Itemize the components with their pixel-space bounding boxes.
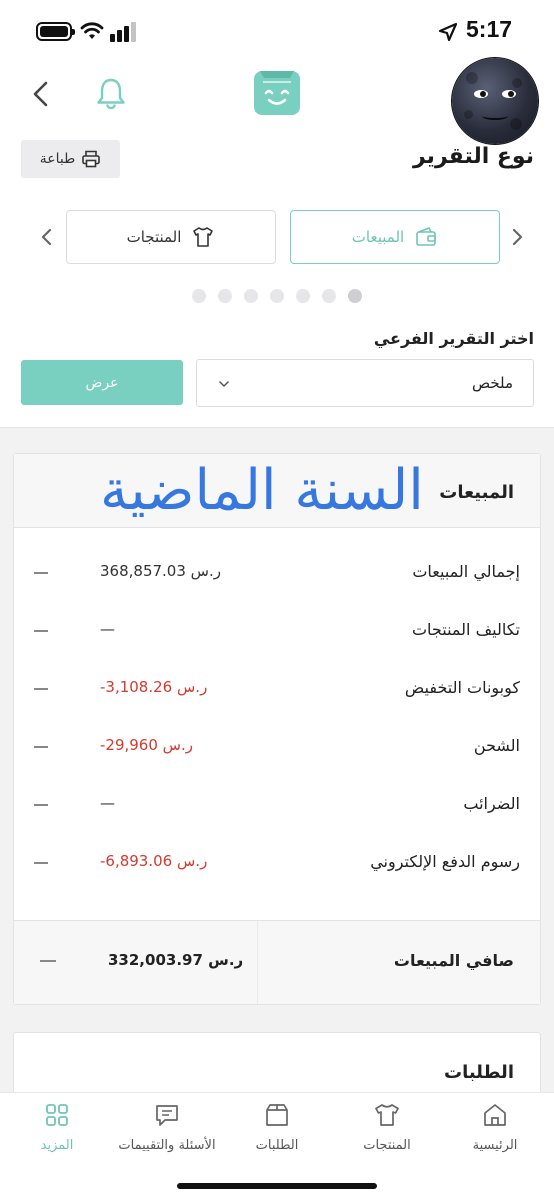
tab-label: الأسئلة والتقييمات — [118, 1138, 216, 1153]
report-type-title: نوع التقرير — [413, 144, 534, 169]
row-label: إجمالي المبيعات — [412, 562, 520, 581]
grid-icon — [46, 1104, 68, 1126]
row-value: 368,857.03 ر.س — [100, 562, 221, 580]
sub-report-select[interactable]: ملخص — [196, 359, 534, 407]
report-type-sales[interactable]: المبيعات — [290, 210, 500, 264]
row-dash — [34, 746, 48, 748]
wallet-icon — [416, 227, 436, 246]
report-type-products[interactable]: المنتجات — [66, 210, 276, 264]
row-value: -3,108.26 ر.س — [100, 678, 208, 696]
overlay-annotation-text: السنة الماضية — [100, 458, 424, 523]
wifi-icon — [80, 22, 104, 39]
row-label: كوبونات التخفيض — [404, 678, 520, 697]
tab-label: الطلبات — [255, 1138, 299, 1153]
page-dot-active[interactable] — [348, 289, 362, 303]
net-sales-value: 332,003.97 ر.س — [108, 951, 244, 969]
carousel-next-icon[interactable] — [506, 226, 528, 248]
carousel-prev-icon[interactable] — [36, 226, 58, 248]
tab-label: الرئيسية — [472, 1138, 518, 1153]
chat-icon — [156, 1105, 178, 1126]
shirt-icon — [193, 227, 214, 247]
sales-row-payment-fees: رسوم الدفع الإلكتروني -6,893.06 ر.س — [14, 834, 540, 892]
page-dot[interactable] — [270, 289, 284, 303]
home-icon — [484, 1104, 506, 1126]
home-indicator — [177, 1183, 377, 1189]
app-logo-icon — [254, 71, 300, 115]
row-label: رسوم الدفع الإلكتروني — [370, 852, 520, 871]
net-row-divider — [257, 921, 258, 1004]
net-sales-row: صافي المبيعات 332,003.97 ر.س — [14, 920, 540, 1004]
sales-card-title: المبيعات — [439, 482, 514, 503]
box-icon — [266, 1104, 288, 1126]
sub-report-label: اختر التقرير الفرعي — [373, 329, 534, 348]
page-dot[interactable] — [296, 289, 310, 303]
row-dash — [40, 960, 56, 962]
tab-orders[interactable]: الطلبات — [222, 1093, 332, 1177]
row-value: — — [100, 794, 115, 812]
page-dot[interactable] — [244, 289, 258, 303]
row-dash — [34, 630, 48, 632]
report-type-products-label: المنتجات — [126, 228, 182, 246]
sales-summary-card: المبيعات السنة الماضية إجمالي المبيعات 3… — [13, 453, 541, 1005]
row-label: الشحن — [473, 736, 520, 755]
sales-card-header: المبيعات السنة الماضية — [14, 454, 540, 528]
orders-card-title: الطلبات — [443, 1062, 514, 1083]
print-button[interactable]: طباعة — [21, 140, 120, 178]
sales-row-product-costs: تكاليف المنتجات — — [14, 602, 540, 660]
tab-questions-reviews[interactable]: الأسئلة والتقييمات — [112, 1093, 222, 1177]
avatar[interactable] — [452, 58, 538, 144]
sales-row-total: إجمالي المبيعات 368,857.03 ر.س — [14, 544, 540, 602]
page-dot[interactable] — [218, 289, 232, 303]
status-time: 5:17 — [466, 16, 513, 42]
row-label: تكاليف المنتجات — [411, 620, 520, 639]
battery-icon — [36, 22, 75, 41]
row-label: الضرائب — [463, 794, 520, 813]
tab-more[interactable]: المزيد — [2, 1093, 112, 1177]
tab-home[interactable]: الرئيسية — [440, 1093, 550, 1177]
row-dash — [34, 688, 48, 690]
row-dash — [34, 572, 48, 574]
chevron-left-icon[interactable] — [26, 78, 58, 110]
location-arrow-icon — [438, 22, 458, 42]
chevron-down-icon — [219, 381, 229, 387]
signal-icon — [110, 22, 138, 42]
shirt-icon — [375, 1104, 399, 1126]
row-dash — [34, 862, 48, 864]
report-type-sales-label: المبيعات — [351, 228, 405, 246]
printer-icon — [82, 150, 101, 168]
sales-row-taxes: الضرائب — — [14, 776, 540, 834]
sales-row-coupons: كوبونات التخفيض -3,108.26 ر.س — [14, 660, 540, 718]
net-sales-label: صافي المبيعات — [393, 951, 514, 970]
row-value: -29,960 ر.س — [100, 736, 193, 754]
report-type-card: نوع التقرير طباعة المنتجات المبيعات اختر… — [0, 126, 554, 428]
sub-report-value: ملخص — [471, 374, 513, 392]
carousel-page-dots — [192, 289, 362, 303]
row-value: -6,893.06 ر.س — [100, 852, 208, 870]
status-bar: 5:17 — [0, 0, 554, 64]
tab-products[interactable]: المنتجات — [332, 1093, 442, 1177]
print-button-label: طباعة — [39, 151, 76, 167]
view-button[interactable]: عرض — [21, 360, 183, 405]
tab-label: المزيد — [40, 1138, 74, 1153]
tab-label: المنتجات — [363, 1138, 411, 1153]
page-dot[interactable] — [322, 289, 336, 303]
bell-icon[interactable] — [92, 74, 130, 112]
row-value: — — [100, 620, 115, 638]
row-dash — [34, 804, 48, 806]
sales-row-shipping: الشحن -29,960 ر.س — [14, 718, 540, 776]
page-dot[interactable] — [192, 289, 206, 303]
